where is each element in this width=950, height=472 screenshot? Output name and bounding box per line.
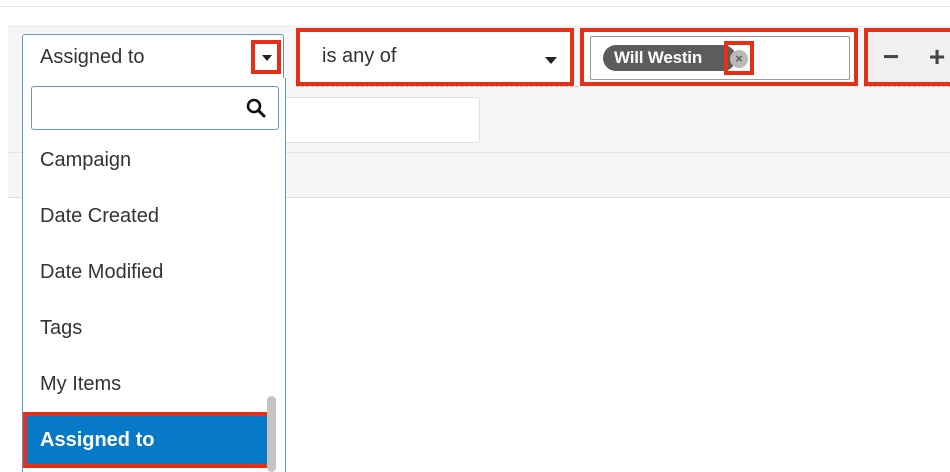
operator-select-value: is any of [322, 45, 397, 67]
caret-down-icon [545, 57, 557, 64]
field-select-toggle[interactable] [251, 40, 281, 74]
remove-row-button[interactable]: − [874, 40, 908, 74]
drop-zone-line [864, 86, 950, 87]
dropdown-option[interactable]: Date Modified [23, 244, 271, 300]
filter-editor: Assigned to is any of Will Westin × − + [0, 0, 950, 472]
value-input[interactable]: Will Westin × [590, 36, 850, 80]
dropdown-scrollbar[interactable] [267, 396, 276, 472]
search-icon [246, 98, 266, 118]
value-field[interactable]: Will Westin × [580, 28, 858, 86]
dropdown-option[interactable]: My Items [23, 356, 271, 412]
drop-zone-line [296, 86, 578, 87]
dropdown-option[interactable]: Campaign [23, 132, 271, 188]
dropdown-option[interactable]: Tags [23, 300, 271, 356]
dropdown-search-input[interactable] [31, 86, 279, 130]
row-actions: − + [864, 28, 950, 86]
value-chip-label: Will Westin [614, 48, 703, 67]
value-chip: Will Westin [603, 45, 737, 71]
dropdown-option-selected[interactable]: Assigned to [23, 412, 271, 468]
x-circle-icon: × [730, 50, 748, 68]
caret-down-icon [262, 55, 272, 61]
field-dropdown: Campaign Date Created Date Modified Tags… [22, 78, 286, 472]
background-input [278, 97, 480, 143]
add-row-button[interactable]: + [920, 40, 950, 74]
dropdown-option[interactable]: Date Created [23, 188, 271, 244]
operator-select[interactable]: is any of [296, 28, 574, 86]
field-select[interactable]: Assigned to [22, 34, 284, 78]
field-select-value: Assigned to [40, 46, 145, 68]
top-divider [0, 6, 950, 7]
chip-remove-button[interactable]: × [724, 41, 754, 75]
